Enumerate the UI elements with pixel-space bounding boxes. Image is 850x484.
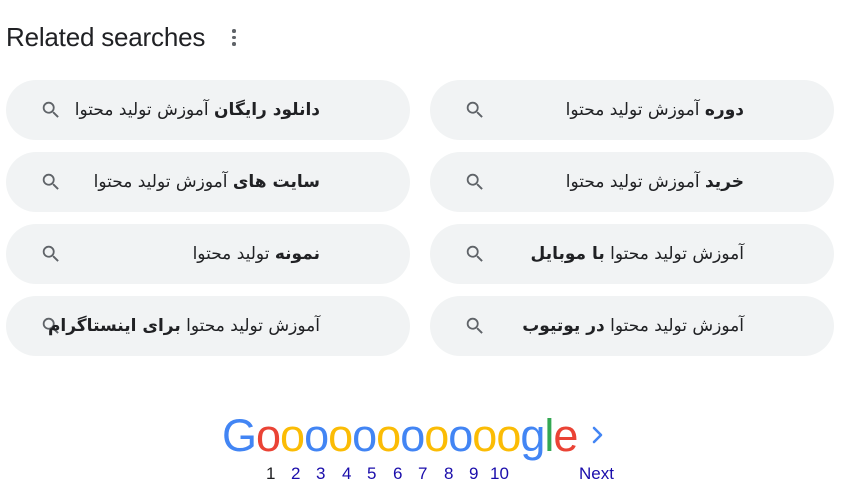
related-search-chip[interactable]: آموزش تولید محتوا در یوتیوب — [430, 296, 834, 356]
page-link[interactable]: 6 — [393, 464, 402, 484]
next-page-link[interactable]: Next — [579, 464, 614, 484]
search-icon — [466, 317, 483, 334]
related-search-text: دانلود رایگان آموزش تولید محتوا — [74, 100, 320, 120]
page-link-current: 1 — [266, 464, 276, 483]
search-icon — [466, 173, 483, 190]
related-search-text: خرید آموزش تولید محتوا — [565, 172, 744, 192]
search-icon — [466, 245, 483, 262]
related-search-chip[interactable]: نمونه تولید محتوا — [6, 224, 410, 284]
pagination: Gooooooooooogle 1 2 3 4 5 6 7 8 9 10 Nex… — [222, 410, 622, 483]
related-searches-grid: دانلود رایگان آموزش تولید محتوا دوره آمو… — [6, 80, 834, 356]
page-link[interactable]: 5 — [367, 464, 376, 484]
google-pagination-logo: Gooooooooooogle — [222, 410, 578, 461]
page-link[interactable]: 10 — [490, 464, 509, 484]
more-vert-icon[interactable] — [225, 23, 243, 53]
related-search-chip[interactable]: سایت های آموزش تولید محتوا — [6, 152, 410, 212]
related-search-chip[interactable]: آموزش تولید محتوا با موبایل — [430, 224, 834, 284]
page-link[interactable]: 7 — [418, 464, 427, 484]
related-search-chip[interactable]: آموزش تولید محتوا برای اینستاگرام — [6, 296, 410, 356]
related-search-text: نمونه تولید محتوا — [192, 244, 320, 264]
related-searches-header: Related searches — [6, 22, 243, 53]
search-icon — [42, 245, 59, 262]
search-icon — [42, 101, 59, 118]
page-link[interactable]: 2 — [291, 464, 300, 484]
page-link[interactable]: 8 — [444, 464, 453, 484]
related-search-chip[interactable]: دوره آموزش تولید محتوا — [430, 80, 834, 140]
page-link[interactable]: 9 — [469, 464, 478, 484]
page-link[interactable]: 4 — [342, 464, 351, 484]
chevron-right-icon[interactable] — [590, 426, 606, 444]
section-title: Related searches — [6, 22, 206, 52]
related-search-chip[interactable]: خرید آموزش تولید محتوا — [430, 152, 834, 212]
related-search-text: دوره آموزش تولید محتوا — [565, 100, 744, 120]
related-search-text: آموزش تولید محتوا در یوتیوب — [522, 316, 744, 336]
page-link[interactable]: 3 — [316, 464, 325, 484]
related-search-text: آموزش تولید محتوا با موبایل — [530, 244, 744, 264]
search-icon — [42, 173, 59, 190]
related-search-chip[interactable]: دانلود رایگان آموزش تولید محتوا — [6, 80, 410, 140]
related-search-text: آموزش تولید محتوا برای اینستاگرام — [47, 316, 320, 336]
search-icon — [466, 101, 483, 118]
related-search-text: سایت های آموزش تولید محتوا — [93, 172, 320, 192]
